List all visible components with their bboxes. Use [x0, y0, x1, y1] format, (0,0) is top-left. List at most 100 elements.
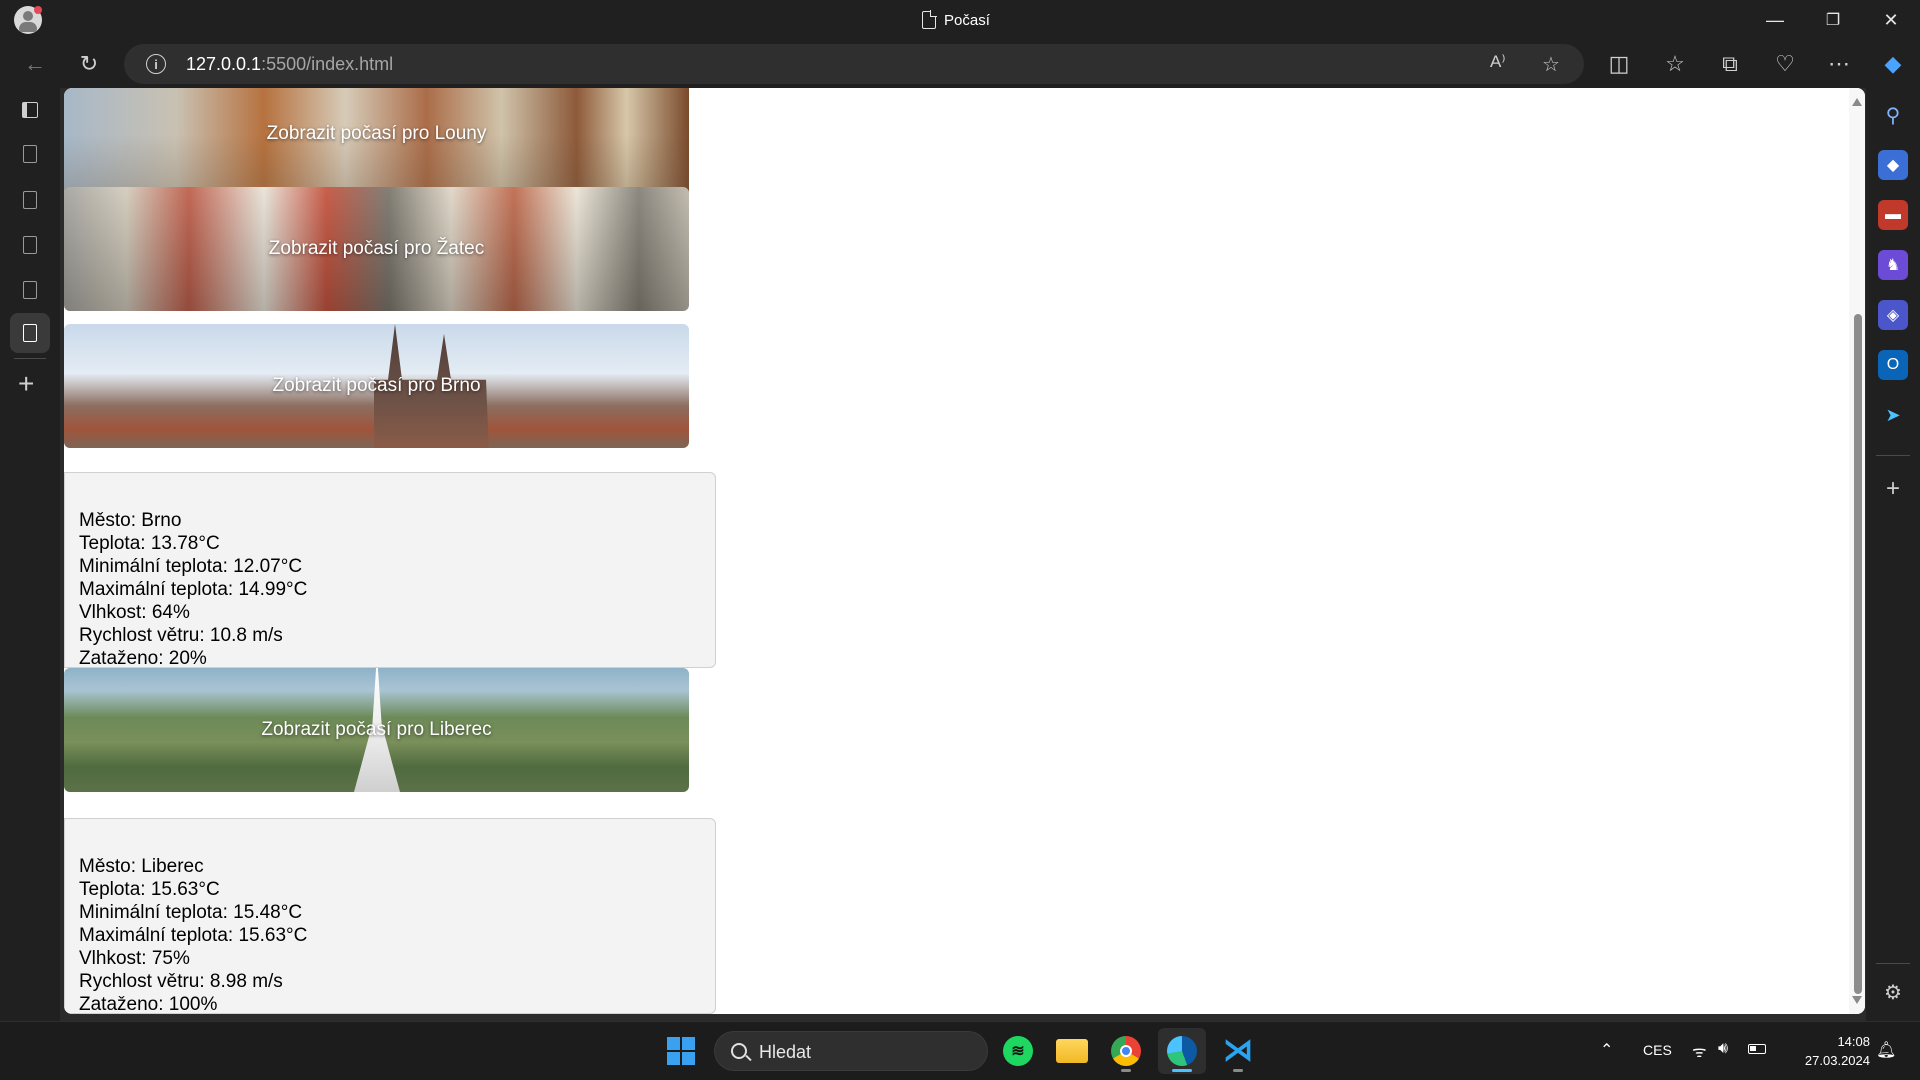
copilot-icon[interactable]: ◆ [1876, 48, 1910, 80]
banner-zatec[interactable]: Zobrazit počasí pro Žatec [64, 187, 689, 311]
window-title: Počasí [922, 10, 990, 30]
windows-taskbar: Hledat ≋ ⋊ ⌃ CES ᯤ 🔊︎ 14:08 27.03.2024 🔔… [0, 1021, 1920, 1080]
sidebar-add-icon[interactable]: + [1878, 474, 1908, 504]
max-temperature-label: Maximální teplota: 14.99°C [79, 579, 308, 600]
running-indicator [1121, 1069, 1131, 1072]
spotify-icon: ≋ [1003, 1036, 1033, 1066]
search-icon [731, 1043, 747, 1059]
drop-send-icon[interactable]: ➤ [1878, 400, 1908, 430]
cloudiness-label: Zataženo: 100% [79, 994, 218, 1014]
wifi-icon[interactable]: ᯤ [1692, 1040, 1707, 1062]
language-indicator[interactable]: CES [1643, 1042, 1672, 1058]
city-label: Město: Brno [79, 510, 182, 531]
banner-liberec[interactable]: Zobrazit počasí pro Liberec [64, 668, 689, 792]
outlook-icon[interactable]: O [1878, 350, 1908, 380]
page-icon [23, 281, 37, 299]
city-label: Město: Liberec [79, 856, 204, 877]
page-icon [23, 324, 37, 342]
wind-speed-label: Rychlost větru: 8.98 m/s [79, 971, 283, 992]
split-screen-icon[interactable]: ◫ [1602, 48, 1636, 80]
battery-icon[interactable] [1748, 1044, 1766, 1054]
back-arrow-icon[interactable]: ← [18, 48, 52, 80]
spotify-app[interactable]: ≋ [994, 1028, 1042, 1074]
refresh-icon[interactable]: ↻ [72, 48, 106, 80]
tab-1[interactable] [10, 134, 50, 174]
minimize-button[interactable]: — [1748, 0, 1802, 40]
banner-label-liberec: Zobrazit počasí pro Liberec [261, 719, 492, 740]
games-icon[interactable]: ♞ [1878, 250, 1908, 280]
windows-logo-icon [667, 1037, 695, 1065]
tab-4[interactable] [10, 270, 50, 310]
edge-app[interactable] [1158, 1028, 1206, 1074]
collections-icon[interactable]: ⧉ [1713, 48, 1747, 80]
humidity-label: Vlhkost: 64% [79, 602, 190, 623]
file-explorer-app[interactable] [1048, 1028, 1096, 1074]
banner-brno[interactable]: Zobrazit počasí pro Brno [64, 324, 689, 448]
chrome-app[interactable] [1102, 1028, 1150, 1074]
browser-essentials-icon[interactable]: ♡ [1768, 48, 1802, 80]
read-aloud-icon[interactable]: A⁾ [1490, 52, 1506, 72]
banner-louny[interactable]: Zobrazit počasí pro Louny [64, 88, 689, 196]
restore-button[interactable]: ❐ [1806, 0, 1860, 40]
sidebar-divider [1876, 455, 1910, 456]
volume-icon[interactable]: 🔊︎ [1718, 1040, 1728, 1058]
temperature-label: Teplota: 15.63°C [79, 879, 220, 900]
tab-3[interactable] [10, 225, 50, 265]
tab-2[interactable] [10, 180, 50, 220]
notification-bell-icon[interactable]: 🔔︎ [1876, 1040, 1896, 1060]
page-icon [922, 10, 937, 29]
active-indicator [1172, 1069, 1192, 1072]
more-menu-icon[interactable]: ⋯ [1822, 48, 1856, 80]
scroll-up-arrow-icon[interactable] [1852, 98, 1862, 106]
folder-icon [1056, 1039, 1088, 1063]
running-indicator [1233, 1069, 1243, 1072]
max-temperature-label: Maximální teplota: 15.63°C [79, 925, 308, 946]
site-info-icon[interactable]: i [146, 54, 166, 74]
temperature-label: Teplota: 13.78°C [79, 533, 220, 554]
new-tab-plus-icon[interactable]: + [18, 370, 34, 398]
tab-actions-icon[interactable] [10, 90, 50, 130]
banner-label-brno: Zobrazit počasí pro Brno [272, 375, 481, 396]
tray-overflow-chevron-icon[interactable]: ⌃ [1600, 1040, 1613, 1060]
min-temperature-label: Minimální teplota: 15.48°C [79, 902, 303, 923]
favorite-star-icon[interactable]: ☆ [1542, 52, 1560, 77]
chrome-icon [1111, 1036, 1141, 1066]
vertical-scrollbar[interactable] [1849, 88, 1865, 1014]
url-text[interactable]: 127.0.0.1:5500/index.html [186, 54, 393, 75]
browser-toolbar: ← ↻ i 127.0.0.1:5500/index.html A⁾ ☆ ◫ ☆… [0, 40, 1920, 88]
humidity-label: Vlhkost: 75% [79, 948, 190, 969]
url-path: :5500/index.html [261, 54, 394, 74]
cloudiness-label: Zataženo: 20% [79, 648, 207, 668]
scrollbar-thumb[interactable] [1854, 314, 1862, 994]
microsoft-365-icon[interactable]: ◈ [1878, 300, 1908, 330]
close-button[interactable]: ✕ [1864, 0, 1918, 40]
shopping-tag-icon[interactable]: ◆ [1878, 150, 1908, 180]
address-bar[interactable]: i 127.0.0.1:5500/index.html A⁾ ☆ [124, 44, 1584, 84]
sidebar-settings-gear-icon[interactable]: ⚙ [1878, 977, 1908, 1007]
favorites-icon[interactable]: ☆ [1658, 48, 1692, 80]
wind-speed-label: Rychlost větru: 10.8 m/s [79, 625, 283, 646]
taskbar-search-box[interactable]: Hledat [714, 1031, 988, 1071]
page-viewport: Zobrazit počasí pro Louny Zobrazit počas… [64, 88, 1865, 1014]
url-host: 127.0.0.1 [186, 54, 262, 74]
page-icon [23, 191, 37, 209]
sidebar-divider [1876, 963, 1910, 964]
vscode-app[interactable]: ⋊ [1214, 1028, 1262, 1074]
banner-label-louny: Zobrazit počasí pro Louny [266, 123, 487, 144]
vscode-icon: ⋊ [1223, 1034, 1253, 1067]
sidebar-search-icon[interactable]: ⚲ [1878, 100, 1908, 130]
clock-date: 27.03.2024 [1804, 1053, 1870, 1068]
scroll-down-arrow-icon[interactable] [1852, 996, 1862, 1004]
vertical-tabs-rail: + [0, 88, 60, 1021]
title-bar: Počasí — ❐ ✕ [0, 0, 1920, 40]
edge-sidebar: ⚲ ◆ ▬ ♞ ◈ O ➤ + ⚙ [1866, 88, 1920, 1021]
start-button[interactable] [657, 1028, 705, 1074]
search-placeholder: Hledat [759, 1042, 812, 1062]
weather-card-brno: Město: Brno Teplota: 13.78°C Minimální t… [64, 472, 716, 668]
tab-active[interactable] [10, 313, 50, 353]
banner-label-zatec: Zobrazit počasí pro Žatec [268, 238, 485, 259]
window-title-text: Počasí [944, 11, 990, 29]
page-icon [23, 236, 37, 254]
tools-briefcase-icon[interactable]: ▬ [1878, 200, 1908, 230]
system-clock[interactable]: 14:08 27.03.2024 [1805, 1032, 1870, 1070]
